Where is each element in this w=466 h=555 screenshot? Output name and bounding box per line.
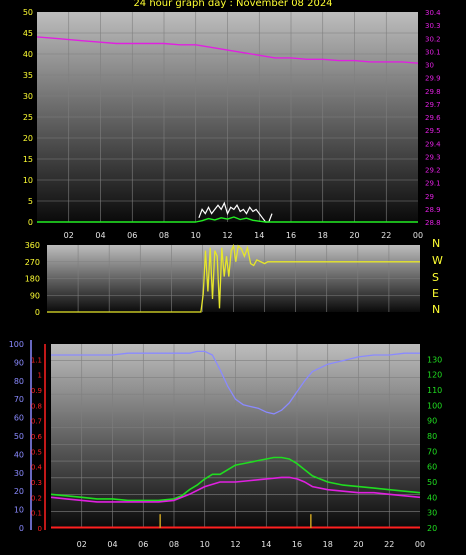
solar-tick-label: 0.7 — [31, 418, 42, 426]
temperature-humidity-x-tick-label: 18 — [323, 540, 333, 549]
solar-tick-label: 1.1 — [31, 356, 42, 364]
pressure-tick-label: 30 — [425, 62, 434, 70]
wind-speed-tick-label: 50 — [23, 8, 33, 17]
temperature-tick-label: 50 — [427, 478, 437, 487]
humidity-tick-label: 30 — [14, 469, 24, 478]
temperature-humidity-x-tick-label: 10 — [200, 540, 210, 549]
humidity-tick-label: 50 — [14, 432, 24, 441]
humidity-tick-label: 20 — [14, 487, 24, 496]
temperature-humidity-x-tick-label: 20 — [353, 540, 363, 549]
temperature-humidity-x-tick-label: 22 — [384, 540, 394, 549]
pressure-tick-label: 29.1 — [425, 180, 441, 188]
temperature-tick-label: 70 — [427, 447, 437, 456]
solar-tick-label: 0 — [38, 525, 42, 533]
weather-graph-page: { "title": "24 hour graph day : November… — [0, 0, 466, 555]
pressure-tick-label: 28.8 — [425, 219, 441, 227]
temperature-tick-label: 130 — [427, 355, 442, 364]
temperature-tick-label: 100 — [427, 401, 442, 410]
humidity-tick-label: 90 — [14, 358, 24, 367]
temperature-tick-label: 20 — [427, 524, 437, 533]
humidity-tick-label: 80 — [14, 377, 24, 386]
wind-speed-tick-label: 10 — [23, 176, 33, 185]
temperature-tick-label: 60 — [427, 463, 437, 472]
wind-speed-tick-label: 0 — [28, 218, 33, 227]
pressure-tick-label: 29.2 — [425, 167, 441, 175]
solar-tick-label: 0.1 — [31, 510, 42, 518]
temperature-tick-label: 40 — [427, 493, 437, 502]
pressure-tick-label: 30.1 — [425, 48, 441, 56]
solar-tick-label: 0.2 — [31, 494, 42, 502]
wind-speed-tick-label: 30 — [23, 92, 33, 101]
wind-pressure-x-tick-label: 00 — [413, 231, 423, 240]
pressure-tick-label: 29.7 — [425, 101, 441, 109]
wind-direction-tick-label: 360 — [25, 241, 40, 250]
solar-tick-label: 0.3 — [31, 479, 42, 487]
temperature-humidity-x-tick-label: 08 — [169, 540, 179, 549]
temperature-humidity-x-tick-label: 14 — [261, 540, 271, 549]
humidity-tick-label: 40 — [14, 450, 24, 459]
temperature-humidity-x-tick-label: 12 — [230, 540, 240, 549]
solar-tick-label: 1 — [38, 372, 42, 380]
temperature-tick-label: 90 — [427, 417, 437, 426]
wind-pressure-x-tick-label: 08 — [159, 231, 169, 240]
wind-direction-tick-label: 0 — [35, 308, 40, 317]
wind-speed-tick-label: 40 — [23, 50, 33, 59]
pressure-tick-label: 29.5 — [425, 127, 441, 135]
humidity-tick-label: 10 — [14, 506, 24, 515]
pressure-tick-label: 29.3 — [425, 153, 441, 161]
wind-pressure-x-tick-label: 10 — [191, 231, 201, 240]
pressure-tick-label: 29.8 — [425, 88, 441, 96]
solar-tick-label: 0.6 — [31, 433, 43, 441]
wind-pressure-x-tick-label: 12 — [222, 231, 232, 240]
wind-direction-tick-label: 90 — [30, 291, 40, 300]
wind-speed-tick-label: 5 — [28, 197, 33, 206]
solar-tick-label: 0.5 — [31, 448, 42, 456]
wind-speed-tick-label: 35 — [23, 71, 33, 80]
wind-pressure-x-tick-label: 04 — [95, 231, 105, 240]
temperature-tick-label: 120 — [427, 371, 442, 380]
wind-pressure-x-tick-label: 02 — [64, 231, 74, 240]
wind-speed-tick-label: 20 — [23, 134, 33, 143]
wind-pressure-x-tick-label: 06 — [127, 231, 137, 240]
wind-pressure-x-tick-label: 20 — [349, 231, 359, 240]
pressure-tick-label: 30.3 — [425, 22, 441, 30]
humidity-tick-label: 60 — [14, 414, 24, 423]
wind-pressure-x-tick-label: 14 — [254, 231, 264, 240]
temperature-humidity-x-tick-label: 06 — [138, 540, 148, 549]
wind-pressure-x-tick-label: 18 — [318, 231, 328, 240]
temperature-humidity-x-tick-label: 02 — [77, 540, 87, 549]
pressure-tick-label: 29.4 — [425, 140, 441, 148]
solar-tick-label: 0.8 — [31, 402, 42, 410]
pressure-tick-label: 29.9 — [425, 75, 441, 83]
pressure-tick-label: 30.4 — [425, 9, 441, 17]
solar-tick-label: 0.9 — [31, 387, 42, 395]
temperature-tick-label: 30 — [427, 509, 437, 518]
wind-speed-tick-label: 45 — [23, 29, 33, 38]
humidity-tick-label: 100 — [9, 340, 24, 349]
wind-speed-tick-label: 25 — [23, 113, 33, 122]
temperature-humidity-x-tick-label: 16 — [292, 540, 302, 549]
wind-direction-tick-label: 270 — [25, 258, 40, 267]
wind-pressure-x-tick-label: 16 — [286, 231, 296, 240]
pressure-tick-label: 28.9 — [425, 206, 441, 214]
humidity-tick-label: 70 — [14, 395, 24, 404]
pressure-tick-label: 30.2 — [425, 35, 441, 43]
pressure-tick-label: 29.6 — [425, 114, 441, 122]
solar-tick-label: 0.4 — [31, 464, 43, 472]
weather-charts: 0510152025303540455028.828.92929.129.229… — [9, 8, 443, 549]
temperature-humidity-x-tick-label: 00 — [415, 540, 425, 549]
pressure-tick-label: 29 — [425, 193, 434, 201]
temperature-humidity-x-tick-label: 04 — [107, 540, 117, 549]
wind-direction-tick-label: 180 — [25, 275, 40, 284]
humidity-tick-label: 0 — [19, 524, 24, 533]
wind-speed-tick-label: 15 — [23, 155, 33, 164]
temperature-tick-label: 110 — [427, 386, 442, 395]
wind-pressure-x-tick-label: 22 — [381, 231, 391, 240]
temperature-tick-label: 80 — [427, 432, 437, 441]
